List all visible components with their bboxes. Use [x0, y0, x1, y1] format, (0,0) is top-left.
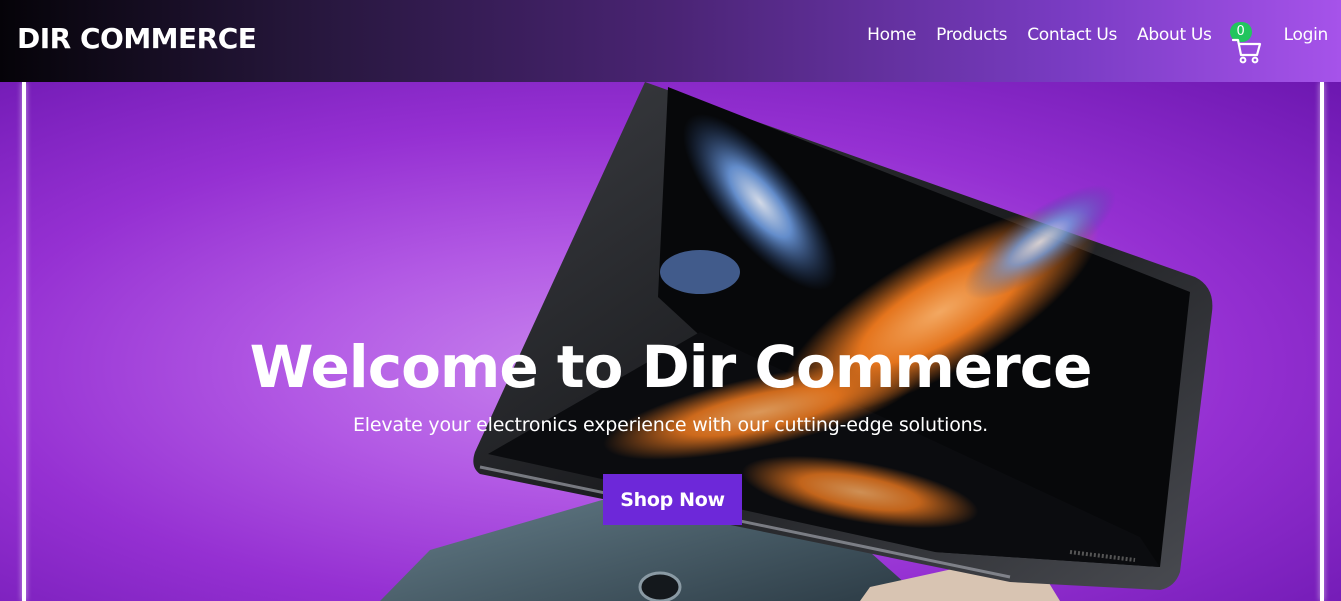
brand-logo[interactable]: DIR COMMERCE: [17, 22, 257, 55]
nav-products-link[interactable]: Products: [936, 25, 1007, 45]
nav-links: Home Products Contact Us About Us 0 Logi…: [867, 0, 1328, 82]
shopping-cart-icon: [1231, 38, 1261, 64]
nav-home-link[interactable]: Home: [867, 25, 916, 45]
hero-subtitle: Elevate your electronics experience with…: [352, 414, 989, 436]
nav-contact-link[interactable]: Contact Us: [1027, 25, 1117, 45]
shop-now-button[interactable]: Shop Now: [603, 474, 742, 525]
navbar: DIR COMMERCE Home Products Contact Us Ab…: [0, 0, 1341, 82]
hero-banner: Welcome to Dir Commerce Elevate your ele…: [0, 82, 1341, 601]
login-link[interactable]: Login: [1284, 25, 1329, 45]
cart-button[interactable]: 0: [1229, 22, 1264, 64]
hero-title: Welcome to Dir Commerce: [249, 333, 1093, 401]
nav-about-link[interactable]: About Us: [1137, 25, 1212, 45]
